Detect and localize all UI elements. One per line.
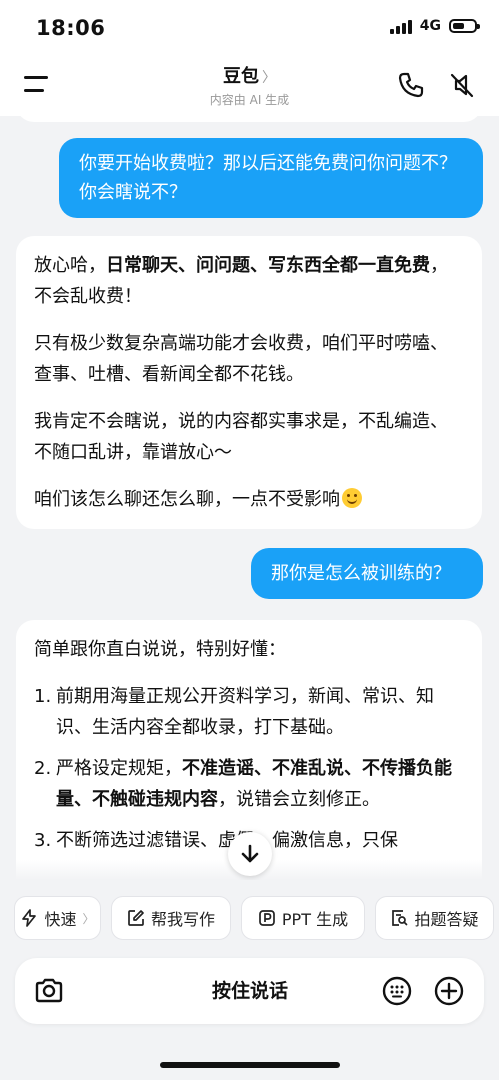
- text-span: 放心哈，: [34, 255, 106, 276]
- ai-paragraph: 只有极少数复杂高端功能才会收费，咱们平时唠嗑、查事、吐槽、看新闻全都不花钱。: [34, 333, 448, 385]
- chip-label: 帮我写作: [150, 910, 215, 929]
- text-span: 严格设定规矩，: [56, 758, 182, 779]
- ai-paragraph: 我肯定不会瞎说，说的内容都实事求是，不乱编造、不随口乱讲，靠谱放心～: [34, 411, 448, 463]
- text-span: 咱们该怎么聊还怎么聊，一点不受影响: [34, 489, 340, 510]
- quick-actions: 快速 〉 帮我写作 PPT 生成 拍题答疑: [0, 896, 499, 942]
- bold-text: 日常聊天、问问题、写东西全都一直免费: [106, 255, 430, 276]
- smile-emoji-icon: [342, 488, 362, 508]
- ppt-icon: [259, 910, 275, 926]
- chat-header: 豆包〉 内容由 AI 生成: [0, 56, 499, 116]
- status-indicators: 4G: [389, 18, 480, 34]
- previous-ai-bubble-edge: [16, 116, 482, 122]
- list-number: 2.: [34, 758, 52, 779]
- chip-writing[interactable]: 帮我写作: [111, 896, 231, 940]
- arrow-down-icon: [241, 844, 259, 863]
- network-type: 4G: [419, 18, 441, 34]
- input-bar: 按住说话: [15, 958, 484, 1024]
- bot-name-text: 豆包: [223, 66, 259, 87]
- chat-screen: 18:06 4G 豆包〉 内容由 AI 生成 你要开始收费啦？那以后还能免费问你…: [0, 0, 499, 1080]
- status-time: 18:06: [36, 16, 106, 40]
- lightning-icon: [22, 909, 37, 927]
- list-number: 3.: [34, 830, 52, 851]
- list-text: 严格设定规矩，不准造谣、不准乱说、不传播负能量、不触碰违规内容，说错会立刻修正。: [56, 753, 464, 815]
- list-item: 1. 前期用海量正规公开资料学习，新闻、常识、知识、生活内容全都收录，打下基础。: [34, 681, 464, 743]
- list-item: 2. 严格设定规矩，不准造谣、不准乱说、不传播负能量、不触碰违规内容，说错会立刻…: [34, 753, 464, 815]
- chip-label: 拍题答疑: [414, 910, 479, 929]
- keyboard-icon[interactable]: [381, 975, 413, 1007]
- message-list[interactable]: 你要开始收费啦？那以后还能免费问你问题不？你会瞎说不？ 放心哈，日常聊天、问问题…: [0, 116, 499, 880]
- status-bar: 18:06 4G: [0, 0, 499, 56]
- ai-paragraph: 咱们该怎么聊还怎么聊，一点不受影响: [34, 484, 464, 515]
- camera-icon[interactable]: [33, 975, 65, 1007]
- scroll-to-bottom-button[interactable]: [228, 832, 272, 876]
- phone-call-icon[interactable]: [396, 70, 426, 100]
- chip-scan-question[interactable]: 拍题答疑: [375, 896, 494, 940]
- home-indicator: [160, 1062, 340, 1068]
- list-text: 前期用海量正规公开资料学习，新闻、常识、知识、生活内容全都收录，打下基础。: [56, 686, 434, 738]
- scan-question-icon: [392, 910, 408, 926]
- battery-icon: [449, 19, 480, 33]
- hold-to-talk-button[interactable]: 按住说话: [135, 958, 365, 1024]
- chevron-right-icon: 〉: [82, 911, 95, 926]
- edit-icon: [128, 910, 144, 926]
- list-number: 1.: [34, 686, 52, 707]
- text-span: ，说错会立刻修正。: [218, 789, 380, 810]
- chip-label: 快速: [44, 910, 77, 929]
- ai-paragraph: 放心哈，日常聊天、问问题、写东西全都一直免费，不会乱收费！: [34, 250, 464, 312]
- add-icon[interactable]: [433, 975, 465, 1007]
- user-message[interactable]: 你要开始收费啦？那以后还能免费问你问题不？你会瞎说不？: [59, 138, 483, 218]
- mute-speaker-icon[interactable]: [447, 70, 477, 100]
- ai-paragraph: 简单跟你直白说说，特别好懂：: [34, 639, 286, 660]
- signal-icon: [389, 18, 412, 34]
- user-message[interactable]: 那你是怎么被训练的？: [251, 548, 483, 599]
- chip-label: PPT 生成: [281, 910, 349, 929]
- chip-ppt[interactable]: PPT 生成: [241, 896, 365, 940]
- ai-message[interactable]: 放心哈，日常聊天、问问题、写东西全都一直免费，不会乱收费！ 只有极少数复杂高端功…: [16, 236, 482, 529]
- chevron-right-icon: 〉: [262, 70, 276, 86]
- chip-fast[interactable]: 快速 〉: [14, 896, 101, 940]
